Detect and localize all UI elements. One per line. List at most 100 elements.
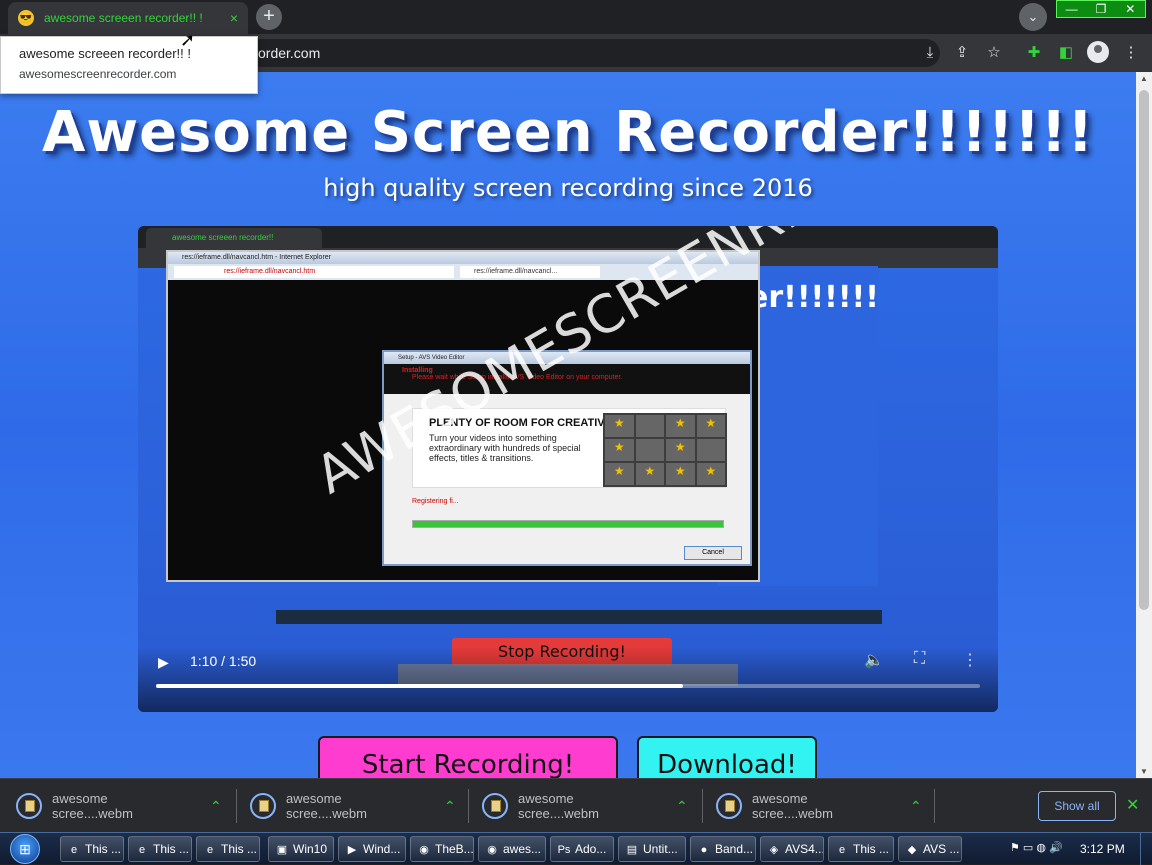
restore-button[interactable]: ❐ <box>1086 1 1115 17</box>
install-app-icon[interactable]: ⤓ <box>920 43 940 63</box>
tab-close-icon[interactable]: × <box>230 10 238 26</box>
browser-tab[interactable]: 😎 awesome screeen recorder!! ! × <box>8 2 248 34</box>
taskbar-button[interactable]: Ps Ado... <box>550 836 614 862</box>
app-icon: ◉ <box>419 844 429 856</box>
page-scrollbar[interactable]: ▲ ▼ <box>1136 72 1152 778</box>
ie-address: res://ieframe.dll/navcancl.htm <box>174 266 454 278</box>
window-controls: — ❐ ✕ <box>1056 0 1146 18</box>
app-icon: e <box>206 844 214 856</box>
star-icon <box>635 439 664 461</box>
hover-card-title: awesome screeen recorder!! ! <box>19 46 191 61</box>
download-filename: awesome scree....webm <box>52 791 133 821</box>
close-window-button[interactable]: ✕ <box>1116 1 1145 17</box>
taskbar-button-label: Wind... <box>363 842 401 856</box>
profile-avatar[interactable] <box>1087 41 1109 63</box>
volume-icon[interactable]: 🔈 <box>864 650 884 670</box>
star-icon: ★ <box>696 415 725 437</box>
start-recording-button[interactable]: Start Recording! <box>318 736 618 778</box>
installer-cancel-button: Cancel <box>684 546 742 560</box>
share-icon[interactable]: ⇪ <box>952 43 972 63</box>
app-icon: ● <box>700 844 708 856</box>
taskbar-button-label: AVS4... <box>785 842 824 856</box>
embedded-tab-strip: awesome screeen recorder!! <box>138 226 998 248</box>
star-icon: ★ <box>635 463 664 485</box>
star-icon: ★ <box>605 415 634 437</box>
star-icon: ★ <box>666 439 695 461</box>
tab-title: awesome screeen recorder!! ! <box>44 11 203 25</box>
taskbar-button-label: This ... <box>853 842 890 856</box>
side-panel-icon[interactable]: ◧ <box>1056 43 1076 63</box>
scrollbar-thumb[interactable] <box>1139 90 1149 610</box>
download-item[interactable]: awesome scree....webm ⌃ <box>250 779 456 833</box>
bookmark-star-icon[interactable]: ☆ <box>984 43 1004 63</box>
app-icon: e <box>138 844 146 856</box>
extensions-puzzle-icon[interactable]: ✚ <box>1024 43 1044 63</box>
mouse-cursor-icon: ➚ <box>180 30 196 50</box>
download-button[interactable]: Download! <box>637 736 817 778</box>
video-seek-bar[interactable] <box>156 684 980 688</box>
taskbar-button[interactable]: ◉ awes... <box>478 836 546 862</box>
video-player[interactable]: awesome screeen recorder!! er!!!!!!! res… <box>138 226 998 712</box>
chevron-up-icon[interactable]: ⌃ <box>676 798 688 815</box>
taskbar-button-label: Untit... <box>643 842 678 856</box>
taskbar-button[interactable]: ◉ TheB... <box>410 836 474 862</box>
taskbar-button[interactable]: e This ... <box>828 836 894 862</box>
play-icon[interactable]: ▶ <box>158 654 169 671</box>
download-item[interactable]: awesome scree....webm ⌃ <box>482 779 688 833</box>
taskbar-button[interactable]: ▣ Win10 <box>268 836 334 862</box>
taskbar-clock[interactable]: 3:12 PM <box>1080 842 1125 856</box>
file-icon <box>716 793 742 819</box>
star-icon: ★ <box>666 463 695 485</box>
taskbar-button-label: Ado... <box>575 842 607 856</box>
taskbar-button[interactable]: e This ... <box>128 836 192 862</box>
taskbar-button-label: awes... <box>503 842 542 856</box>
app-icon: ◈ <box>769 844 779 856</box>
download-filename: awesome scree....webm <box>518 791 599 821</box>
taskbar-button[interactable]: ◆ AVS ... <box>898 836 962 862</box>
app-icon: Ps <box>557 844 571 856</box>
app-icon: ▤ <box>626 844 638 856</box>
minimize-button[interactable]: — <box>1057 1 1086 17</box>
star-icon: ★ <box>605 439 634 461</box>
taskbar-button-label: Win10 <box>293 842 328 856</box>
tab-hover-card: awesome screeen recorder!! ! awesomescre… <box>0 36 258 94</box>
taskbar-button[interactable]: ● Band... <box>690 836 756 862</box>
installer-progress-bar <box>412 520 724 528</box>
new-tab-button[interactable]: + <box>256 4 282 30</box>
sunglasses-emoji-icon: 😎 <box>18 10 34 26</box>
scroll-down-icon[interactable]: ▼ <box>1136 767 1152 776</box>
menu-kebab-icon[interactable]: ⋮ <box>1121 43 1141 63</box>
taskbar-button[interactable]: e This ... <box>196 836 260 862</box>
windows-start-icon[interactable]: ⊞ <box>10 834 40 864</box>
close-shelf-icon[interactable]: ✕ <box>1126 795 1139 815</box>
system-tray-icons[interactable]: ⚑ ▭ ◍ 🔊 <box>1010 841 1063 854</box>
download-item[interactable]: awesome scree....webm ⌃ <box>16 779 222 833</box>
download-item[interactable]: awesome scree....webm ⌃ <box>716 779 922 833</box>
more-options-icon[interactable]: ⋮ <box>962 650 978 670</box>
star-icon: ★ <box>605 463 634 485</box>
tab-strip: 😎 awesome screeen recorder!! ! × + ⌄ — ❐… <box>0 0 1152 34</box>
star-icon: ★ <box>696 463 725 485</box>
chevron-up-icon[interactable]: ⌃ <box>210 798 222 815</box>
taskbar-button[interactable]: e This ... <box>60 836 124 862</box>
taskbar-button-label: This ... <box>221 842 258 856</box>
taskbar-button-label: This ... <box>153 842 190 856</box>
app-icon: e <box>70 844 78 856</box>
download-filename: awesome scree....webm <box>286 791 367 821</box>
tab-search-button[interactable]: ⌄ <box>1019 3 1047 31</box>
taskbar-button[interactable]: ▤ Untit... <box>618 836 686 862</box>
app-icon: e <box>838 844 846 856</box>
show-desktop-button[interactable] <box>1140 833 1152 865</box>
chevron-up-icon[interactable]: ⌃ <box>444 798 456 815</box>
chevron-up-icon[interactable]: ⌃ <box>910 798 922 815</box>
app-icon: ▣ <box>276 844 288 856</box>
divider <box>934 789 935 823</box>
taskbar-button[interactable]: ▶ Wind... <box>338 836 406 862</box>
taskbar-button[interactable]: ◈ AVS4... <box>760 836 824 862</box>
show-all-button[interactable]: Show all <box>1038 791 1116 821</box>
app-icon: ◉ <box>487 844 497 856</box>
scroll-up-icon[interactable]: ▲ <box>1136 74 1152 83</box>
video-seek-fill <box>156 684 684 688</box>
address-bar[interactable]: order.com <box>200 39 940 67</box>
fullscreen-icon[interactable]: ⛶ <box>914 650 925 668</box>
